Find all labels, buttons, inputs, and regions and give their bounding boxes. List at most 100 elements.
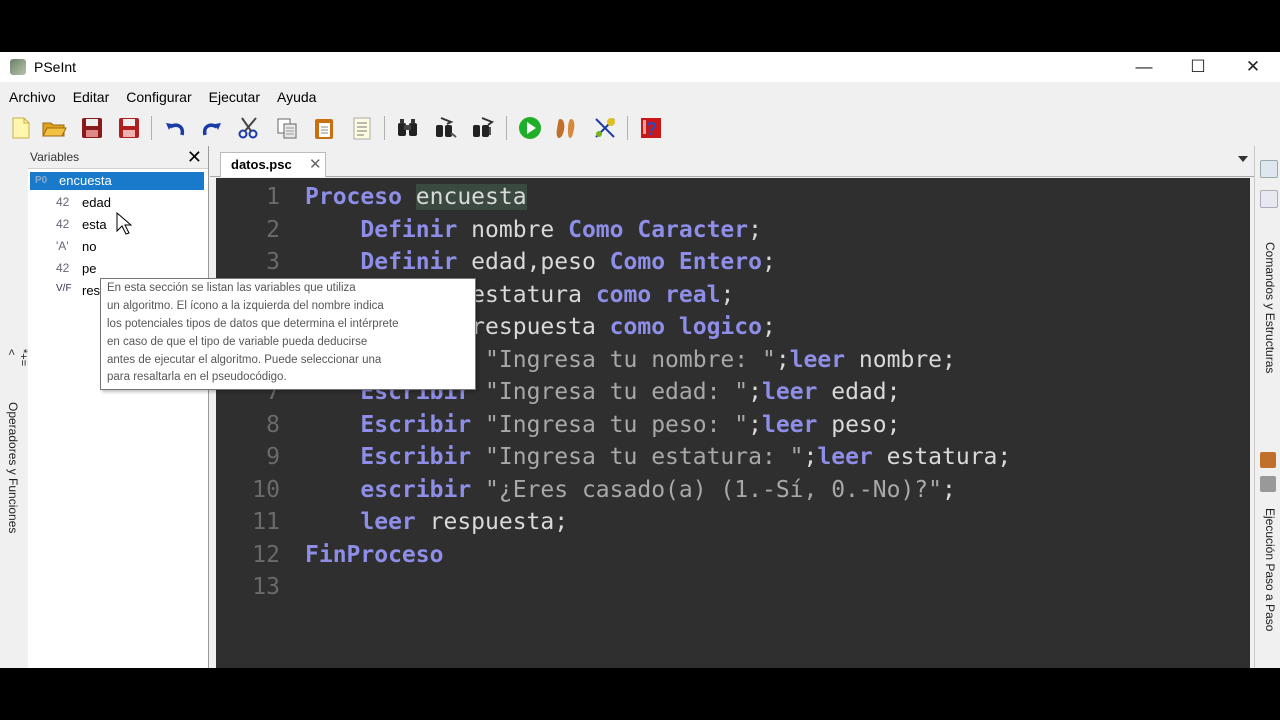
- code-token: respuesta;: [415, 509, 569, 535]
- code-line[interactable]: 10 escribir "¿Eres casado(a) (1.-Sí, 0.-…: [216, 477, 1250, 509]
- debug-icon[interactable]: [592, 115, 618, 141]
- code-line[interactable]: 11 leer respuesta;: [216, 509, 1250, 541]
- redo-icon[interactable]: [199, 115, 225, 141]
- line-number: 12: [252, 541, 280, 568]
- tooltip-text: En esta sección se listan las variables …: [107, 282, 356, 294]
- tab-datos-psc[interactable]: datos.psc ✕: [220, 152, 326, 177]
- variables-tree-root[interactable]: P0 encuesta: [30, 172, 204, 190]
- edit-icon[interactable]: [349, 115, 375, 141]
- code-token: "Ingresa tu nombre: ": [485, 346, 776, 373]
- code-token: leer: [360, 509, 416, 535]
- step-by-step-icon[interactable]: [554, 115, 580, 141]
- step-by-step-tab[interactable]: Ejecución Paso a Paso: [1263, 508, 1277, 631]
- line-number: 3: [266, 249, 280, 275]
- menu-configurar[interactable]: Configurar: [117, 86, 199, 108]
- code-text: Proceso encuesta: [305, 184, 527, 210]
- tree-root-label: encuesta: [59, 173, 112, 188]
- step-by-step-icon[interactable]: [1260, 452, 1276, 468]
- variable-name: no: [82, 239, 97, 254]
- tooltip-text: en caso de que el tipo de variable pueda…: [107, 336, 368, 348]
- line-number: 2: [266, 216, 280, 243]
- commands-structures-tab[interactable]: Comandos y Estructuras: [1263, 242, 1277, 373]
- menu-ejecutar[interactable]: Ejecutar: [200, 86, 268, 108]
- code-line[interactable]: 2 Definir nombre Como Caracter;: [216, 217, 1250, 249]
- line-number: 10: [252, 476, 280, 503]
- variable-name: pe: [82, 261, 97, 276]
- code-token: FinProceso: [305, 541, 444, 568]
- toolbar: ?: [0, 110, 1280, 146]
- code-token: ;: [942, 476, 956, 503]
- code-token: Proceso: [305, 184, 402, 210]
- tab-label: datos.psc: [231, 157, 292, 172]
- run-icon[interactable]: [517, 115, 543, 141]
- operators-functions-strip[interactable]: *+=< Operadores y Funciones: [0, 146, 29, 668]
- right-side-strip: Comandos y Estructuras Ejecución Paso a …: [1254, 146, 1280, 668]
- code-token: "Ingresa tu edad: ": [485, 379, 749, 405]
- search-next-icon[interactable]: [433, 115, 459, 141]
- toolbar-separator: [151, 116, 152, 140]
- code-token: edad,peso: [457, 249, 610, 275]
- code-token: Definir: [360, 216, 458, 243]
- step-by-step-icon[interactable]: [1260, 476, 1276, 492]
- code-line[interactable]: 13: [216, 574, 1250, 606]
- undo-icon[interactable]: [162, 115, 188, 141]
- title-bar: PSeInt — ☐ ✕: [0, 52, 1280, 82]
- variables-panel-close-icon[interactable]: ✕: [187, 147, 202, 168]
- menu-archivo[interactable]: Archivo: [0, 86, 64, 108]
- open-folder-icon[interactable]: [41, 115, 67, 141]
- paste-icon[interactable]: [311, 115, 337, 141]
- code-token: leer: [762, 379, 818, 405]
- structures-icon[interactable]: [1260, 160, 1278, 178]
- code-text: Escribir "Ingresa tu estatura: ";leer es…: [305, 444, 1011, 470]
- minimize-button[interactable]: —: [1117, 52, 1171, 82]
- save-as-icon[interactable]: [116, 115, 142, 141]
- code-text: FinProceso: [305, 542, 443, 568]
- editor-area: datos.psc ✕ 1 Proceso encuesta 2 Definir n…: [210, 146, 1254, 668]
- code-token: ;: [748, 411, 762, 438]
- help-icon[interactable]: ?: [638, 115, 664, 141]
- structures-icon[interactable]: [1260, 190, 1278, 208]
- code-line[interactable]: 9 Escribir "Ingresa tu estatura: ";leer …: [216, 444, 1250, 476]
- menu-bar: Archivo Editar Configurar Ejecutar Ayuda: [0, 86, 324, 108]
- pseint-app-icon: [10, 59, 26, 75]
- code-token: escribir: [360, 476, 472, 503]
- tab-close-icon[interactable]: ✕: [309, 155, 322, 173]
- maximize-button[interactable]: ☐: [1171, 52, 1225, 82]
- code-token: ;: [803, 444, 818, 470]
- menu-ayuda[interactable]: Ayuda: [268, 86, 324, 108]
- code-token: Como Entero: [609, 249, 762, 275]
- tooltip-text: un algoritmo. El ícono a la izquierda de…: [107, 300, 384, 312]
- editor-tab-bar: datos.psc ✕: [210, 146, 1254, 177]
- code-line[interactable]: 8 Escribir "Ingresa tu peso: ";leer peso…: [216, 412, 1250, 444]
- line-number: 1: [266, 184, 280, 210]
- save-icon[interactable]: [79, 115, 105, 141]
- code-line[interactable]: 1 Proceso encuesta: [216, 184, 1250, 216]
- code-token: Escribir: [360, 444, 472, 470]
- variable-name: edad: [82, 195, 111, 210]
- cut-icon[interactable]: [236, 115, 262, 141]
- code-token: Escribir: [360, 411, 472, 438]
- code-token: ;: [761, 314, 776, 340]
- mouse-cursor-icon: [116, 212, 132, 235]
- code-line[interactable]: 3 Definir edad,peso Como Entero;: [216, 249, 1250, 281]
- operators-symbol-icon: *+=<: [5, 349, 29, 367]
- search-icon[interactable]: [395, 115, 421, 141]
- close-button[interactable]: ✕: [1226, 52, 1280, 82]
- code-token: como real: [595, 281, 721, 308]
- toolbar-separator: [384, 116, 385, 140]
- replace-icon[interactable]: [470, 115, 496, 141]
- menu-editar[interactable]: Editar: [64, 86, 118, 108]
- code-token: ;: [748, 216, 762, 243]
- new-file-icon[interactable]: [8, 115, 34, 141]
- toolbar-separator: [627, 116, 628, 140]
- code-token: leer: [789, 346, 846, 373]
- code-token: nombre;: [845, 346, 956, 373]
- tab-list-dropdown-icon[interactable]: [1238, 156, 1248, 162]
- code-token: encuesta: [415, 184, 527, 210]
- code-line[interactable]: 12 FinProceso: [216, 542, 1250, 574]
- copy-icon[interactable]: [274, 115, 300, 141]
- code-editor[interactable]: 1 Proceso encuesta 2 Definir nombre Como C…: [216, 178, 1250, 668]
- variable-name: esta: [82, 217, 107, 232]
